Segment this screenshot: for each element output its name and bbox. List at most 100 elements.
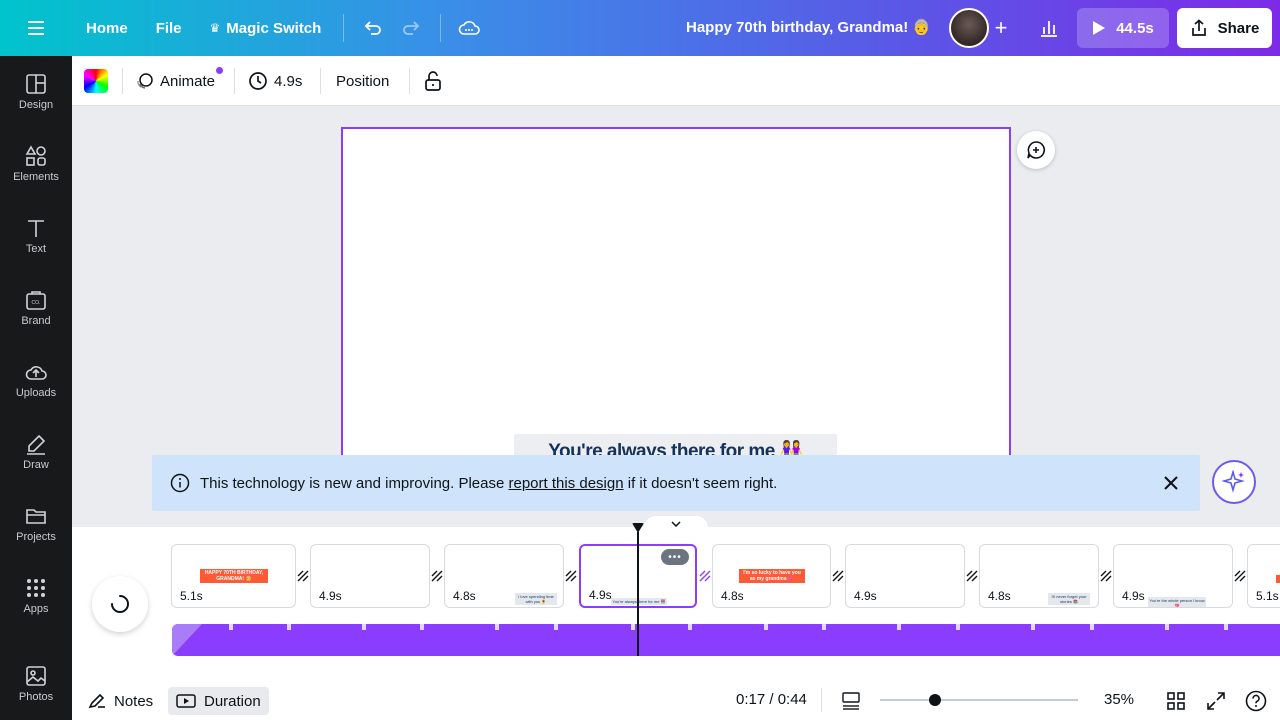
undo-icon[interactable]	[352, 10, 392, 46]
beat-marker	[362, 624, 366, 630]
uploads-icon	[25, 366, 47, 380]
timeline-page-7[interactable]: I'll never forget your stories 📚 4.8s	[979, 544, 1099, 608]
beat-marker	[1165, 624, 1169, 630]
beat-marker	[764, 624, 768, 630]
notes-icon	[88, 693, 105, 709]
zoom-level[interactable]: 35%	[1104, 691, 1134, 708]
clock-icon	[249, 72, 267, 90]
duration-label: Duration	[204, 692, 261, 710]
page-thumbnail-text: You're the whole person I know 💖	[1148, 597, 1206, 608]
fullscreen-icon[interactable]	[1207, 687, 1225, 715]
transition-icon[interactable]	[697, 568, 713, 584]
sidebar-item-design[interactable]: Design	[0, 60, 72, 124]
beat-marker	[631, 624, 635, 630]
sidebar-item-draw[interactable]: Draw	[0, 420, 72, 484]
page-more-options-icon[interactable]: •••	[661, 549, 689, 565]
timeline-page-3[interactable]: I love spending time with you 🌻 4.8s	[444, 544, 564, 608]
page-thumbnail-mark	[1276, 575, 1280, 583]
transition-icon[interactable]	[830, 568, 846, 584]
sidebar-item-label: Apps	[23, 603, 49, 615]
beat-marker	[1224, 624, 1228, 630]
design-icon	[26, 74, 46, 94]
position-button[interactable]: Position	[336, 68, 389, 94]
sidebar-item-text[interactable]: Text	[0, 204, 72, 268]
sidebar-item-photos[interactable]: Photos	[0, 652, 72, 716]
transition-icon[interactable]	[429, 568, 445, 584]
sidebar-item-projects[interactable]: Projects	[0, 492, 72, 556]
transition-icon[interactable]	[295, 568, 311, 584]
sidebar-item-label: Projects	[16, 531, 56, 543]
sidebar-item-elements[interactable]: Elements	[0, 132, 72, 196]
sidebar-item-apps[interactable]: Apps	[0, 564, 72, 628]
avatar[interactable]	[949, 8, 989, 48]
sidebar-item-label: Elements	[13, 171, 59, 183]
beat-marker	[287, 624, 291, 630]
timeline-page-5[interactable]: I'm so lucky to have you as my grandma 💕…	[712, 544, 831, 608]
banner-text-start: This technology is new and improving. Pl…	[200, 474, 509, 492]
draw-icon	[27, 434, 46, 455]
transition-icon[interactable]	[1098, 568, 1114, 584]
divider	[343, 14, 345, 42]
insights-icon[interactable]	[1031, 10, 1067, 46]
beat-marker	[420, 624, 424, 630]
add-comment-icon[interactable]	[1017, 131, 1055, 169]
magic-switch-button[interactable]: ♛ Magic Switch	[196, 10, 336, 46]
duration-button[interactable]: Duration	[168, 687, 269, 715]
banner-text: This technology is new and improving. Pl…	[200, 475, 777, 492]
magic-switch-label: Magic Switch	[226, 19, 322, 37]
transition-icon[interactable]	[1232, 568, 1248, 584]
page-duration: 4.8s	[721, 589, 744, 603]
left-sidebar: Design Elements Text CO. Brand Uploads D…	[0, 56, 72, 720]
elements-icon	[25, 145, 46, 166]
transition-icon[interactable]	[964, 568, 980, 584]
timeline-page-8[interactable]: You're the whole person I know 💖 4.9s	[1113, 544, 1233, 608]
close-icon[interactable]	[1160, 472, 1182, 494]
banner-text-end: if it doesn't seem right.	[623, 474, 778, 492]
page-thumbnail-text: You're always there for me 👭	[611, 598, 667, 605]
divider	[122, 68, 123, 94]
share-icon	[1191, 19, 1206, 36]
timeline-page-2[interactable]: 4.9s	[310, 544, 430, 608]
timeline-page-9[interactable]: 5.1s	[1247, 544, 1280, 608]
beat-marker	[554, 624, 558, 630]
menu-icon[interactable]	[0, 0, 72, 56]
share-button[interactable]: Share	[1177, 8, 1272, 48]
chevron-down-icon[interactable]	[644, 516, 708, 532]
timeline-page-1[interactable]: HAPPY 70TH BIRTHDAY, GRANDMA! 👵 5.1s	[171, 544, 296, 608]
share-label: Share	[1217, 19, 1260, 37]
report-design-link[interactable]: report this design	[509, 475, 624, 492]
page-duration: 5.1s	[180, 589, 203, 603]
home-link[interactable]: Home	[72, 10, 142, 46]
divider	[440, 14, 442, 42]
color-picker-swatch[interactable]	[84, 69, 108, 93]
file-menu[interactable]: File	[142, 10, 196, 46]
projects-icon	[26, 509, 46, 524]
help-icon[interactable]	[1245, 687, 1267, 715]
page-duration: 5.1s	[1256, 589, 1279, 603]
sidebar-item-uploads[interactable]: Uploads	[0, 348, 72, 412]
grid-view-icon[interactable]	[1167, 687, 1185, 715]
sidebar-item-brand[interactable]: CO. Brand	[0, 276, 72, 340]
present-button[interactable]: 44.5s	[1077, 8, 1169, 48]
audio-track[interactable]	[172, 624, 1280, 656]
notes-button[interactable]: Notes	[88, 687, 153, 715]
redo-icon[interactable]	[392, 10, 432, 46]
page-duration: 4.8s	[988, 589, 1011, 603]
audio-track-start	[172, 624, 202, 656]
cloud-sync-icon[interactable]	[449, 10, 489, 46]
add-collaborator-icon[interactable]: +	[990, 14, 1012, 42]
page-view-toggle-icon[interactable]	[841, 687, 861, 715]
playhead[interactable]	[637, 532, 639, 656]
document-title[interactable]: Happy 70th birthday, Grandma! 👵	[686, 18, 931, 36]
transition-icon[interactable]	[563, 568, 579, 584]
duration-icon	[176, 694, 196, 708]
design-canvas[interactable]	[341, 127, 1011, 467]
lock-icon[interactable]	[424, 68, 442, 94]
page-duration-button[interactable]: 4.9s	[248, 68, 302, 94]
timeline-page-6[interactable]: 4.9s	[845, 544, 965, 608]
photos-icon	[26, 666, 46, 686]
zoom-slider[interactable]	[880, 699, 1078, 701]
animate-button[interactable]: Animate	[136, 68, 215, 94]
magic-assistant-icon[interactable]	[1212, 460, 1256, 504]
divider	[821, 688, 822, 712]
